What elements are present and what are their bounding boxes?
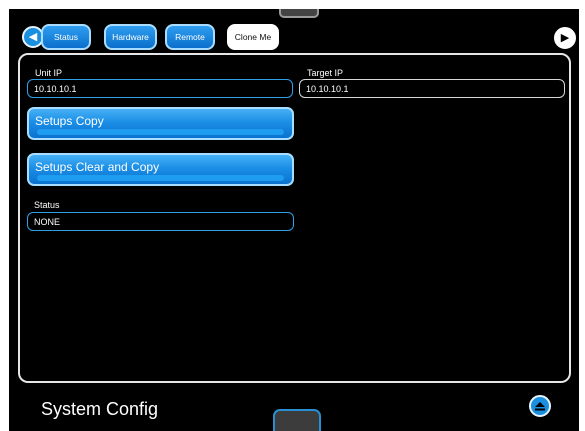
top-drawer-handle[interactable] xyxy=(279,9,319,18)
eject-icon-glyph xyxy=(535,402,545,411)
bottom-drawer-handle[interactable] xyxy=(273,409,321,431)
unit-ip-value: 10.10.10.1 xyxy=(34,83,77,94)
status-value: NONE xyxy=(34,216,61,227)
target-ip-field[interactable]: 10.10.10.1 xyxy=(299,79,565,98)
unit-ip-field[interactable]: 10.10.10.1 xyxy=(27,79,293,98)
target-ip-label: Target IP xyxy=(307,68,344,78)
button-shine xyxy=(37,175,284,181)
unit-ip-label: Unit IP xyxy=(35,68,63,78)
setups-copy-label: Setups Copy xyxy=(35,114,104,128)
tab-remote-label: Remote xyxy=(175,32,205,42)
status-field: NONE xyxy=(27,212,294,231)
device-screen: ◀ Status Hardware Remote Clone Me ▶ Unit… xyxy=(9,9,579,431)
page-title: System Config xyxy=(41,399,159,419)
setups-clear-copy-label: Setups Clear and Copy xyxy=(35,160,160,174)
tab-remote[interactable]: Remote xyxy=(165,24,215,50)
eject-icon[interactable] xyxy=(529,395,551,417)
status-label: Status xyxy=(34,200,60,210)
setups-copy-button[interactable]: Setups Copy xyxy=(27,107,294,140)
forward-arrow-icon[interactable]: ▶ xyxy=(554,27,576,49)
tab-status[interactable]: Status xyxy=(41,24,91,50)
clone-panel: Unit IP 10.10.10.1 Target IP 10.10.10.1 … xyxy=(18,53,571,383)
button-shine xyxy=(37,129,284,135)
tab-hardware[interactable]: Hardware xyxy=(104,24,157,50)
tab-hardware-label: Hardware xyxy=(112,32,149,42)
target-ip-value: 10.10.10.1 xyxy=(306,83,349,94)
tab-clone-me[interactable]: Clone Me xyxy=(227,24,279,50)
tab-clone-me-label: Clone Me xyxy=(234,32,272,42)
tab-status-label: Status xyxy=(53,32,79,42)
setups-clear-copy-button[interactable]: Setups Clear and Copy xyxy=(27,153,294,186)
